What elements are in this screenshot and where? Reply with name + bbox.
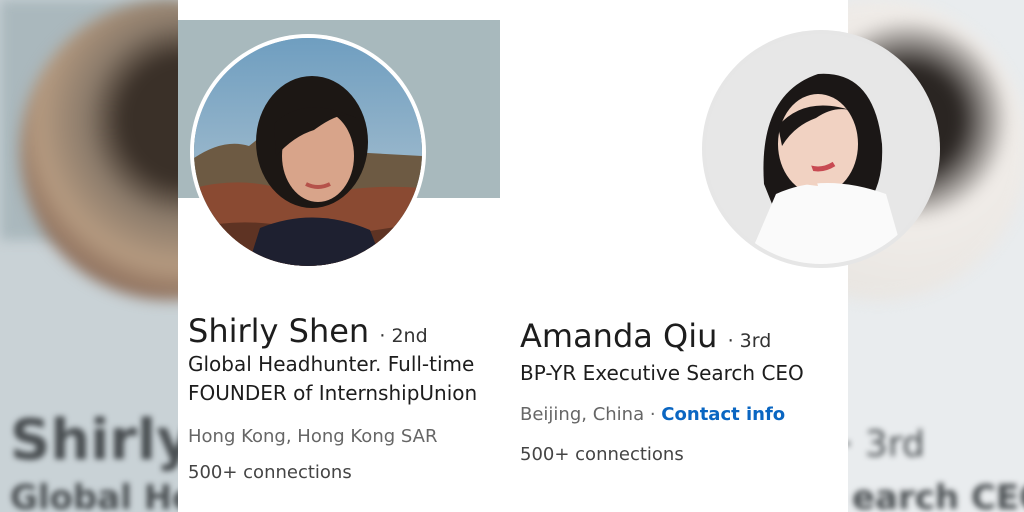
profile-location-row: Beijing, China · Contact info [520,406,785,424]
profile-location: Hong Kong, Hong Kong SAR [188,426,438,447]
profile-name-text[interactable]: Amanda Qiu [520,317,717,355]
profile-headline: Global Headhunter. Full-time FOUNDER of … [188,350,477,408]
headline-line: FOUNDER of InternshipUnion [188,381,478,405]
profile-cards: Shirly Shen · 2nd Global Headhunter. Ful… [178,0,940,512]
blurred-headline: earch CEO [852,478,1024,512]
separator-dot: · [644,404,662,425]
avatar-photo-icon [706,34,936,264]
avatar[interactable] [706,34,936,264]
profile-name[interactable]: Amanda Qiu · 3rd [520,320,771,352]
connections-count[interactable]: 500+ connections [520,446,684,464]
connection-degree: · 3rd [727,330,772,352]
avatar[interactable] [194,38,422,266]
profile-card[interactable]: Shirly Shen · 2nd Global Headhunter. Ful… [178,0,500,512]
blurred-headline: Global He [10,478,178,512]
blurred-degree: · 3rd [848,424,925,465]
headline-line: Global Headhunter. Full-time [188,352,475,376]
profile-name-text[interactable]: Shirly Shen [188,312,369,350]
blurred-background-left: Shirly S Global He [0,0,178,512]
profile-headline: BP-YR Executive Search CEO [520,361,804,385]
profile-card[interactable]: Amanda Qiu · 3rd BP-YR Executive Search … [500,0,940,512]
connections-count[interactable]: 500+ connections [188,464,352,482]
avatar-photo-icon [194,38,422,266]
connection-degree: · 2nd [379,325,428,347]
profile-location: Beijing, China [520,404,645,425]
blurred-name: Shirly S [10,408,178,473]
contact-info-link[interactable]: Contact info [661,404,785,425]
profile-name[interactable]: Shirly Shen · 2nd [188,315,428,347]
